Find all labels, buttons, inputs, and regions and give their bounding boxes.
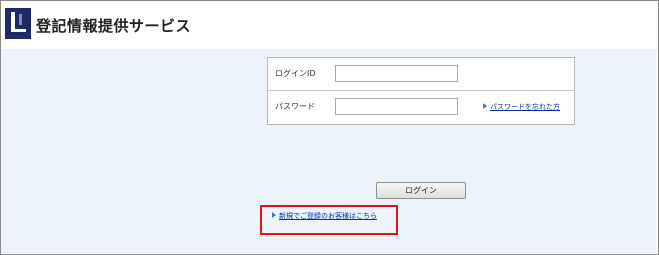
arrow-right-icon: [272, 212, 276, 218]
site-header: 登記情報提供サービス: [2, 2, 657, 50]
forgot-password-link[interactable]: パスワードを忘れた方: [483, 102, 560, 112]
login-id-row: ログインID: [268, 58, 574, 91]
login-id-label: ログインID: [275, 69, 316, 78]
password-row: パスワード パスワードを忘れた方: [268, 91, 574, 124]
app-title: 登記情報提供サービス: [36, 17, 192, 35]
login-form: ログインID パスワード パスワードを忘れた方: [267, 57, 575, 125]
new-registration-label: 新規でご登録のお客様はこちら: [279, 212, 377, 220]
login-id-input[interactable]: [335, 65, 458, 82]
password-label: パスワード: [275, 102, 315, 111]
arrow-right-icon: [483, 103, 487, 109]
registry-logo-icon: [5, 8, 31, 39]
new-registration-link[interactable]: 新規でご登録のお客様はこちら: [272, 211, 377, 221]
password-input[interactable]: [335, 98, 458, 115]
forgot-password-label: パスワードを忘れた方: [490, 103, 560, 111]
login-button[interactable]: ログイン: [376, 182, 466, 199]
